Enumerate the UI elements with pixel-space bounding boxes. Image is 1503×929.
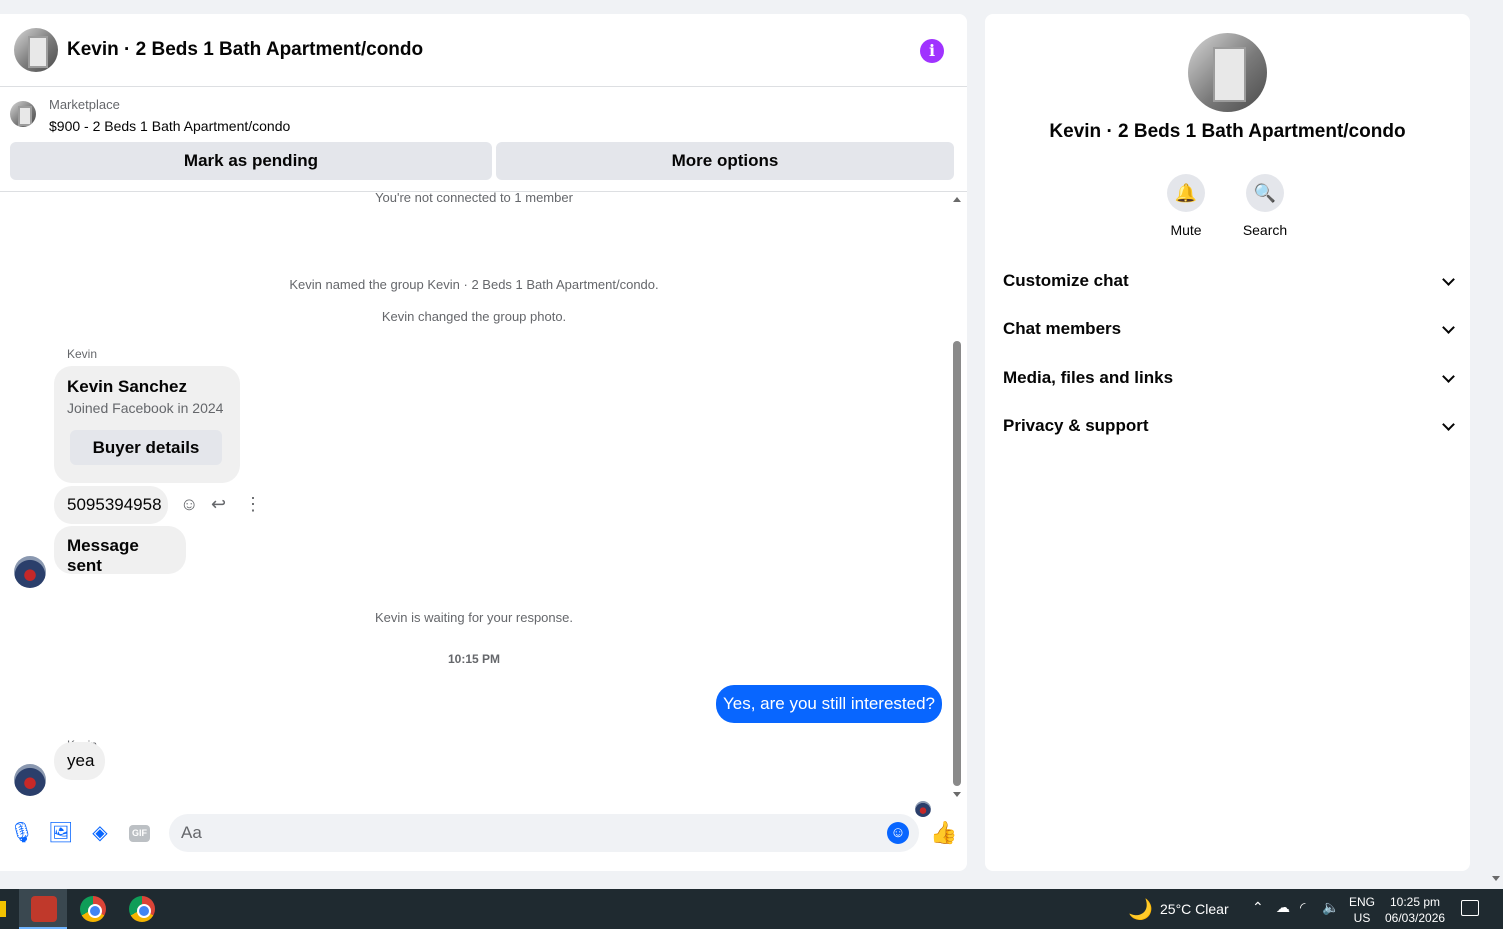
chevron-down-icon	[1442, 321, 1455, 334]
search-button[interactable]: 🔍 Search	[1235, 174, 1295, 238]
not-connected-notice: You're not connected to 1 member	[375, 190, 573, 205]
group-avatar[interactable]	[14, 28, 58, 72]
sender-name: Kevin	[67, 347, 98, 361]
message-scrollbar[interactable]	[951, 193, 963, 803]
mute-label: Mute	[1170, 222, 1202, 238]
onedrive-icon[interactable]: ☁	[1276, 899, 1290, 916]
gif-icon[interactable]: GIF	[129, 825, 150, 842]
scroll-down-arrow[interactable]	[1492, 876, 1500, 881]
reply-icon[interactable]: ↩	[211, 494, 226, 515]
taskbar-app-active[interactable]	[19, 889, 67, 929]
message-bubble[interactable]: 5095394958	[54, 486, 168, 524]
photo-icon[interactable]: 🖼	[48, 821, 73, 845]
page-scrollbar[interactable]	[1490, 0, 1503, 889]
message-input[interactable]	[169, 814, 919, 852]
buyer-joined: Joined Facebook in 2024	[67, 400, 224, 416]
chat-title[interactable]: Kevin · 2 Beds 1 Bath Apartment/condo	[67, 39, 423, 61]
more-icon[interactable]: ⋮	[244, 494, 262, 515]
message-bubble[interactable]: Message sent	[54, 526, 186, 575]
chevron-down-icon	[1442, 370, 1455, 383]
message-list: You're not connected to 1 member Kevin n…	[0, 190, 967, 817]
marketplace-label: Marketplace	[49, 97, 120, 112]
chevron-down-icon	[1442, 273, 1455, 286]
waiting-notice: Kevin is waiting for your response.	[375, 610, 573, 625]
buyer-name: Kevin Sanchez	[67, 377, 187, 396]
section-customize-chat[interactable]: Customize chat	[1003, 266, 1455, 296]
info-icon[interactable]: i	[920, 39, 944, 63]
scroll-up-arrow[interactable]	[953, 197, 961, 202]
moon-icon: 🌙	[1128, 899, 1153, 921]
app-icon	[31, 896, 57, 922]
kevin-avatar[interactable]	[14, 764, 46, 796]
wifi-icon[interactable]: ◜	[1300, 899, 1305, 916]
scroll-thumb[interactable]	[953, 341, 961, 786]
chrome-icon	[80, 896, 106, 922]
clock-date: 06/03/2026	[1385, 911, 1446, 925]
chevron-up-icon[interactable]: ⌃	[1252, 899, 1264, 916]
chat-panel: Kevin · 2 Beds 1 Bath Apartment/condo i …	[0, 14, 967, 871]
clock[interactable]: 10:25 pm 06/03/2026	[1385, 894, 1445, 926]
weather-text[interactable]: 25°C Clear	[1160, 901, 1229, 917]
composer: 🎙 🖼 ◈ GIF ☺ 👍	[0, 809, 967, 869]
scroll-down-arrow[interactable]	[953, 792, 961, 797]
kevin-avatar[interactable]	[14, 556, 46, 588]
notification-icon[interactable]	[1461, 900, 1479, 916]
section-chat-members[interactable]: Chat members	[1003, 314, 1455, 344]
keyboard-layout: US	[1353, 911, 1371, 925]
clock-time: 10:25 pm	[1390, 895, 1441, 909]
chevron-down-icon	[1442, 418, 1455, 431]
chat-header: Kevin · 2 Beds 1 Bath Apartment/condo i	[0, 14, 967, 87]
language-code: ENG	[1349, 895, 1376, 909]
taskbar-chrome[interactable]	[68, 889, 116, 929]
message-actions: ☺ ↩ ⋮	[180, 494, 262, 518]
listing-thumbnail[interactable]	[10, 101, 36, 127]
group-named-notice: Kevin named the group Kevin · 2 Beds 1 B…	[289, 277, 659, 292]
outgoing-message-bubble[interactable]: Yes, are you still interested?	[716, 685, 942, 723]
mark-as-pending-button[interactable]: Mark as pending	[10, 142, 492, 180]
buyer-details-button[interactable]: Buyer details	[70, 430, 222, 465]
volume-icon[interactable]: 🔈	[1322, 899, 1339, 916]
more-options-button[interactable]: More options	[496, 142, 954, 180]
group-photo-notice: Kevin changed the group photo.	[381, 309, 567, 324]
conversation-info-panel: Kevin · 2 Beds 1 Bath Apartment/condo 🔔 …	[985, 14, 1470, 871]
sticker-icon[interactable]: ◈	[88, 821, 112, 845]
buyer-card: Kevin Sanchez Joined Facebook in 2024 Bu…	[54, 366, 240, 483]
section-label: Customize chat	[1003, 271, 1129, 290]
message-timestamp: 10:15 PM	[447, 652, 501, 666]
message-bubble[interactable]: yea	[54, 742, 105, 780]
thumbs-up-icon[interactable]: 👍	[930, 820, 957, 846]
search-icon: 🔍	[1246, 174, 1284, 212]
language-indicator[interactable]: ENG US	[1349, 894, 1375, 926]
search-label: Search	[1242, 222, 1288, 238]
taskbar: 🌙 25°C Clear ⌃ ☁ ◜ 🔈 ENG US 10:25 pm 06/…	[0, 889, 1503, 929]
section-label: Media, files and links	[1003, 368, 1174, 387]
section-label: Privacy & support	[1003, 416, 1149, 435]
section-label: Chat members	[1003, 319, 1122, 338]
listing-title[interactable]: $900 - 2 Beds 1 Bath Apartment/condo	[49, 118, 290, 134]
section-media-files-links[interactable]: Media, files and links	[1003, 363, 1455, 393]
group-photo[interactable]	[1188, 33, 1267, 112]
react-icon[interactable]: ☺	[180, 494, 198, 515]
marketplace-bar: Marketplace $900 - 2 Beds 1 Bath Apartme…	[0, 88, 967, 192]
file-explorer-icon[interactable]	[0, 901, 6, 917]
emoji-icon[interactable]: ☺	[887, 822, 909, 844]
info-title: Kevin · 2 Beds 1 Bath Apartment/condo	[1049, 121, 1406, 142]
chrome-icon	[129, 896, 155, 922]
bell-icon: 🔔	[1167, 174, 1205, 212]
taskbar-chrome-2[interactable]	[117, 889, 165, 929]
microphone-icon[interactable]: 🎙	[9, 821, 34, 845]
mute-button[interactable]: 🔔 Mute	[1156, 174, 1216, 238]
section-privacy-support[interactable]: Privacy & support	[1003, 411, 1455, 441]
